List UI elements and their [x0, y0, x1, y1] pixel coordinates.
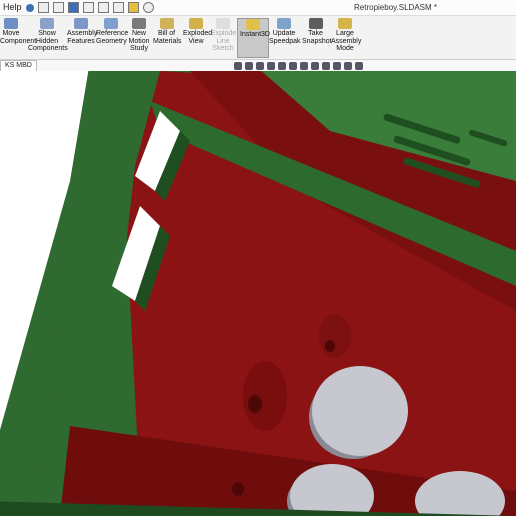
options-gear-icon[interactable] [143, 2, 154, 13]
document-title: Retropieboy.SLDASM * [354, 3, 437, 12]
quick-access-toolbar [26, 1, 158, 14]
camera-icon [308, 18, 323, 29]
edit-appearance-icon[interactable] [322, 62, 330, 70]
button-label: Large Assembly Mode [331, 30, 362, 52]
monitor-icon[interactable] [355, 62, 363, 70]
button-label: Exploded View [183, 30, 213, 45]
button-label: Instant3D [240, 31, 270, 38]
heads-up-view-toolbar [234, 62, 363, 70]
button-label: New Motion Study [128, 30, 150, 52]
section-view-icon[interactable] [267, 62, 275, 70]
show-hidden-components-button[interactable]: Show Hidden Components [28, 18, 68, 53]
instant3d-icon [246, 19, 260, 30]
view-orientation-icon[interactable] [289, 62, 297, 70]
exploded-view-button[interactable]: Exploded View [183, 18, 213, 45]
zoom-area-icon[interactable] [245, 62, 253, 70]
instant3d-button[interactable]: Instant3D [237, 18, 270, 58]
hole-3 [232, 482, 244, 496]
post-boss-1 [243, 361, 287, 431]
assembly-features-button[interactable]: Assembly Features [67, 18, 98, 45]
hole-1 [248, 395, 262, 413]
take-snapshot-button[interactable]: Take Snapshot [302, 18, 332, 45]
explode-line-icon [216, 18, 230, 29]
previous-view-icon[interactable] [256, 62, 264, 70]
button-label: Take Snapshot [302, 30, 332, 45]
pin-icon[interactable] [26, 3, 34, 12]
view-settings-icon[interactable] [344, 62, 352, 70]
button-label: Show Hidden Components [28, 30, 68, 52]
new-document-icon[interactable] [38, 2, 49, 13]
assembly-features-icon [74, 18, 88, 29]
button-label: Reference Geometry [96, 30, 129, 45]
model-render [0, 61, 516, 518]
show-hidden-icon [40, 18, 54, 29]
button-label: Move Component [0, 30, 37, 45]
select-icon[interactable] [113, 2, 124, 13]
large-assembly-mode-button[interactable]: Large Assembly Mode [331, 18, 362, 53]
button-label: Explode Line Sketch [211, 30, 237, 52]
motion-study-icon [132, 18, 146, 29]
post-boss-2 [319, 314, 351, 358]
open-icon[interactable] [53, 2, 64, 13]
zoom-to-fit-icon[interactable] [234, 62, 242, 70]
reference-geometry-button[interactable]: Reference Geometry [96, 18, 129, 45]
undo-icon[interactable] [98, 2, 109, 13]
display-style-icon[interactable] [300, 62, 308, 70]
dynamic-annotation-icon[interactable] [278, 62, 286, 70]
move-component-button[interactable]: Move Component [0, 18, 37, 45]
graphics-viewport[interactable] [0, 61, 516, 518]
button-label: Assembly Features [67, 30, 98, 45]
bill-of-materials-button[interactable]: Bill of Materials [153, 18, 182, 45]
update-speedpak-button[interactable]: Update Speedpak [269, 18, 301, 45]
apply-scene-icon[interactable] [333, 62, 341, 70]
move-component-icon [4, 18, 18, 29]
reference-geometry-icon [104, 18, 118, 29]
speedpak-icon [277, 18, 291, 29]
explode-line-sketch-button[interactable]: Explode Line Sketch [211, 18, 237, 53]
help-menu[interactable]: Help [3, 2, 22, 12]
button-label: Bill of Materials [153, 30, 182, 45]
bom-icon [159, 18, 174, 29]
command-manager-ribbon: Move Component Show Hidden Components As… [0, 16, 516, 60]
exploded-view-icon [189, 18, 203, 29]
hole-2 [325, 340, 335, 352]
title-bar: Help Retropieboy.SLDASM * [0, 0, 516, 16]
print-icon[interactable] [83, 2, 94, 13]
round-button-1 [312, 366, 408, 456]
hide-show-items-icon[interactable] [311, 62, 319, 70]
button-label: Update Speedpak [269, 30, 301, 45]
new-motion-study-button[interactable]: New Motion Study [128, 18, 150, 53]
rebuild-icon[interactable] [128, 2, 139, 13]
large-assembly-icon [338, 18, 352, 29]
save-icon[interactable] [68, 2, 79, 13]
